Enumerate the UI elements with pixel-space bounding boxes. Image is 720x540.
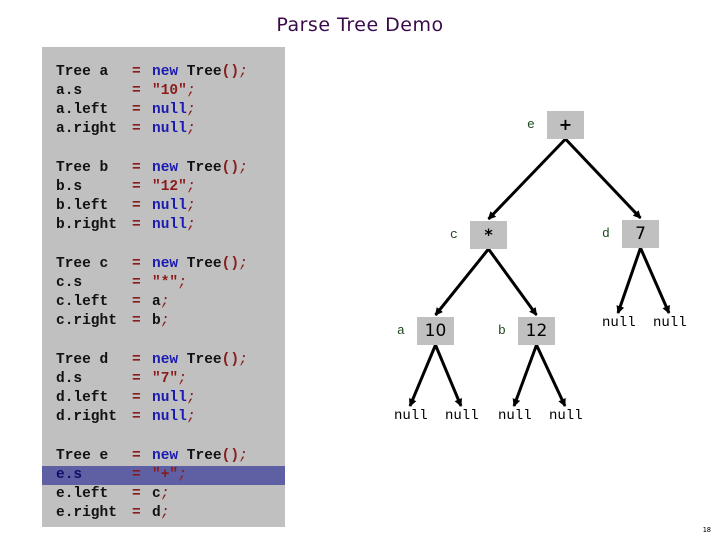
null-d-right-label: null [653, 315, 687, 331]
edge-d-to-null-d-left [616, 247, 642, 314]
tree-node-d: 7 [622, 220, 659, 248]
tree-node-label-b: b [498, 323, 506, 338]
page-number: 18 [702, 526, 711, 534]
tree-node-c: * [470, 221, 507, 249]
tree-node-label-d: d [602, 226, 610, 241]
null-b-left-label: null [498, 408, 532, 424]
edge-a-to-null-a-right [434, 344, 463, 407]
edge-a-to-null-a-left [408, 344, 437, 407]
null-a-left-label: null [394, 408, 428, 424]
edge-b-to-null-b-right [535, 344, 567, 407]
edge-e-to-d [564, 137, 642, 220]
edge-c-to-b [487, 248, 538, 316]
null-a-right-label: null [445, 408, 479, 424]
tree-node-b: 12 [518, 317, 555, 345]
tree-edges [408, 137, 671, 407]
tree-node-label-c: c [450, 227, 458, 242]
tree-node-e: + [547, 111, 584, 139]
edge-b-to-null-b-left [512, 344, 538, 407]
tree-node-label-a: a [397, 323, 405, 338]
tree-node-label-e: e [527, 117, 535, 132]
edge-e-to-c [487, 137, 567, 221]
null-b-right-label: null [549, 408, 583, 424]
null-d-left-label: null [602, 315, 636, 331]
edge-c-to-a [434, 248, 490, 316]
tree-node-a: 10 [417, 317, 454, 345]
edge-d-to-null-d-right [639, 247, 671, 314]
